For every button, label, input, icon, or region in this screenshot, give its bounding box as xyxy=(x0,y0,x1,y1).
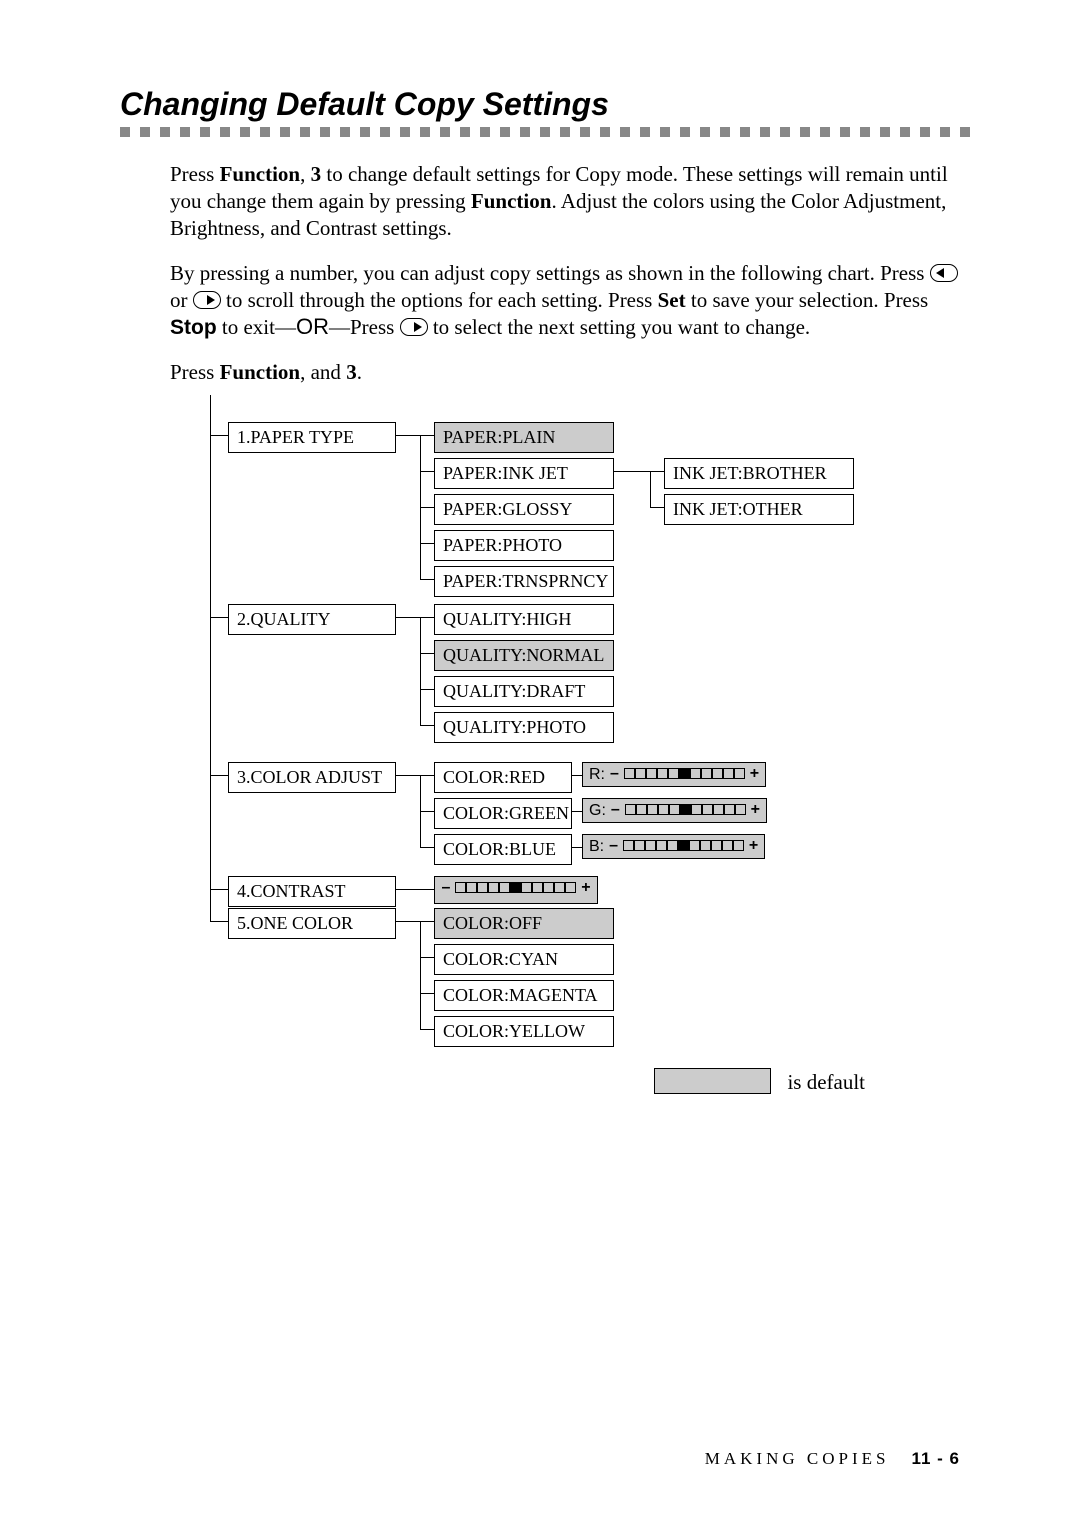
connector-line xyxy=(420,653,434,654)
option-quality-photo: QUALITY:PHOTO xyxy=(434,712,614,743)
connector-line xyxy=(572,811,582,812)
slider-blue: B: – + xyxy=(582,834,765,859)
option-quality-draft: QUALITY:DRAFT xyxy=(434,676,614,707)
paragraph-2: By pressing a number, you can adjust cop… xyxy=(170,260,970,343)
connector-line xyxy=(210,617,228,618)
connector-line xyxy=(210,889,228,890)
menu-item-color-adjust: 3.COLOR ADJUST xyxy=(228,762,396,793)
menu-item-one-color: 5.ONE COLOR xyxy=(228,908,396,939)
left-arrow-icon xyxy=(930,264,958,282)
legend-label: is default xyxy=(787,1070,865,1094)
connector-line xyxy=(210,921,228,922)
page-title: Changing Default Copy Settings xyxy=(120,86,970,123)
connector-line xyxy=(420,847,434,848)
page-footer: MAKING COPIES 11 - 6 xyxy=(705,1449,960,1469)
slider-contrast: – + xyxy=(434,876,598,904)
right-arrow-icon xyxy=(400,318,428,336)
connector-line xyxy=(650,471,651,508)
connector-line xyxy=(420,775,434,776)
connector-line xyxy=(420,921,421,1030)
option-color-green: COLOR:GREEN xyxy=(434,798,572,829)
footer-section: MAKING COPIES xyxy=(705,1449,890,1468)
connector-line xyxy=(420,921,434,922)
option-onecolor-cyan: COLOR:CYAN xyxy=(434,944,614,975)
option-onecolor-off: COLOR:OFF xyxy=(434,908,614,939)
connector-line xyxy=(420,725,434,726)
connector-line xyxy=(210,435,228,436)
option-paper-photo: PAPER:PHOTO xyxy=(434,530,614,561)
legend-swatch xyxy=(654,1068,771,1094)
option-onecolor-magenta: COLOR:MAGENTA xyxy=(434,980,614,1011)
option-inkjet-other: INK JET:OTHER xyxy=(664,494,854,525)
connector-line xyxy=(396,435,420,436)
footer-page-number: 11 - 6 xyxy=(911,1449,960,1468)
option-onecolor-yellow: COLOR:YELLOW xyxy=(434,1016,614,1047)
option-paper-glossy: PAPER:GLOSSY xyxy=(434,494,614,525)
connector-line xyxy=(210,775,228,776)
menu-item-contrast: 4.CONTRAST xyxy=(228,876,396,907)
slider-green: G: – + xyxy=(582,798,767,823)
connector-line xyxy=(420,617,421,726)
connector-line xyxy=(396,617,420,618)
connector-line xyxy=(210,395,211,921)
option-color-blue: COLOR:BLUE xyxy=(434,834,572,865)
menu-diagram: 1.PAPER TYPE 2.QUALITY 3.COLOR ADJUST 4.… xyxy=(210,395,980,1075)
paragraph-1: Press Function, 3 to change default sett… xyxy=(170,161,970,242)
option-color-red: COLOR:RED xyxy=(434,762,572,793)
connector-line xyxy=(420,617,434,618)
right-arrow-icon xyxy=(193,291,221,309)
connector-line xyxy=(420,957,434,958)
connector-line xyxy=(650,507,664,508)
connector-line xyxy=(420,435,434,436)
connector-line xyxy=(396,921,420,922)
connector-line xyxy=(420,993,434,994)
connector-line xyxy=(396,889,420,890)
option-quality-normal: QUALITY:NORMAL xyxy=(434,640,614,671)
connector-line xyxy=(420,689,434,690)
connector-line xyxy=(420,579,434,580)
option-inkjet-brother: INK JET:BROTHER xyxy=(664,458,854,489)
menu-item-paper-type: 1.PAPER TYPE xyxy=(228,422,396,453)
title-underline-dots xyxy=(120,127,970,137)
slider-red: R: – + xyxy=(582,762,766,787)
option-paper-trnsprncy: PAPER:TRNSPRNCY xyxy=(434,566,614,597)
menu-item-quality: 2.QUALITY xyxy=(228,604,396,635)
connector-line xyxy=(420,543,434,544)
connector-line xyxy=(420,889,434,890)
connector-line xyxy=(420,1029,434,1030)
option-paper-inkjet: PAPER:INK JET xyxy=(434,458,614,489)
option-quality-high: QUALITY:HIGH xyxy=(434,604,614,635)
connector-line xyxy=(396,775,420,776)
connector-line xyxy=(420,471,434,472)
legend: is default xyxy=(0,1068,1080,1095)
instruction-line: Press Function, and 3. xyxy=(170,360,970,385)
connector-line xyxy=(572,775,582,776)
option-paper-plain: PAPER:PLAIN xyxy=(434,422,614,453)
connector-line xyxy=(650,471,664,472)
connector-line xyxy=(614,471,650,472)
connector-line xyxy=(420,507,434,508)
connector-line xyxy=(572,847,582,848)
connector-line xyxy=(420,811,434,812)
